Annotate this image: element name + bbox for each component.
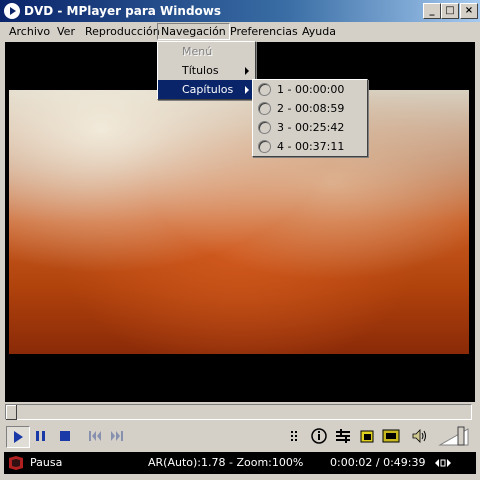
fullscreen-icon bbox=[382, 429, 400, 443]
menu-preferencias[interactable]: Preferencias bbox=[227, 24, 301, 39]
chapters-submenu: 1 - 00:00:00 2 - 00:08:59 3 - 00:25:42 4… bbox=[252, 79, 368, 157]
app-icon bbox=[4, 3, 20, 19]
play-button[interactable] bbox=[6, 426, 30, 448]
maximize-button[interactable]: □ bbox=[441, 3, 459, 19]
window-title: DVD - MPlayer para Windows bbox=[24, 4, 222, 18]
skip-back-button[interactable] bbox=[84, 426, 106, 446]
chapter-item-1[interactable]: 1 - 00:00:00 bbox=[253, 80, 367, 99]
chapter-item-3[interactable]: 3 - 00:25:42 bbox=[253, 118, 367, 137]
title-bar[interactable]: DVD - MPlayer para Windows _ □ × bbox=[0, 0, 480, 22]
menu-archivo[interactable]: Archivo bbox=[6, 24, 53, 39]
screenshot-icon bbox=[360, 430, 374, 443]
status-time: 0:00:02 / 0:49:39 bbox=[330, 456, 426, 469]
menu-item-label: Capítulos bbox=[182, 83, 234, 96]
playlist-icon bbox=[291, 431, 297, 441]
menu-item-label: Títulos bbox=[182, 64, 219, 77]
video-frame bbox=[9, 90, 469, 354]
radio-icon bbox=[258, 121, 271, 134]
status-bar: Pausa AR(Auto):1.78 - Zoom:100% 0:00:02 … bbox=[4, 452, 476, 474]
menu-navegacion[interactable]: Navegación bbox=[157, 23, 230, 40]
skip-back-icon bbox=[89, 431, 101, 441]
speaker-icon bbox=[412, 429, 426, 443]
pause-icon bbox=[36, 431, 45, 441]
menu-item-titulos[interactable]: Títulos bbox=[158, 61, 255, 80]
stop-icon bbox=[60, 431, 70, 441]
minimize-button[interactable]: _ bbox=[423, 3, 441, 19]
submenu-arrow-icon bbox=[245, 67, 249, 75]
skip-forward-button[interactable] bbox=[106, 426, 128, 446]
equalizer-button[interactable] bbox=[332, 426, 354, 446]
radio-icon bbox=[258, 102, 271, 115]
menu-reproduccion[interactable]: Reproducción bbox=[82, 24, 163, 39]
screenshot-button[interactable] bbox=[356, 426, 378, 446]
fullscreen-button[interactable] bbox=[380, 426, 402, 446]
seek-bar[interactable] bbox=[5, 404, 472, 420]
skip-forward-icon bbox=[111, 431, 123, 441]
volume-slider[interactable] bbox=[438, 425, 472, 447]
play-icon bbox=[14, 431, 23, 443]
chapter-label: 3 - 00:25:42 bbox=[277, 121, 345, 134]
playlist-button[interactable] bbox=[284, 426, 306, 446]
chapter-item-4[interactable]: 4 - 00:37:11 bbox=[253, 137, 367, 156]
menu-bar: Archivo Ver Reproducción Navegación Pref… bbox=[0, 22, 480, 41]
stop-button[interactable] bbox=[54, 426, 76, 446]
info-button[interactable] bbox=[308, 426, 330, 446]
equalizer-icon bbox=[336, 429, 350, 443]
radio-icon bbox=[258, 140, 271, 153]
menu-item-capitulos[interactable]: Capítulos bbox=[158, 80, 255, 99]
info-icon bbox=[311, 428, 327, 444]
radio-icon bbox=[258, 83, 271, 96]
seek-thumb[interactable] bbox=[6, 405, 17, 420]
menu-item-label: Menú bbox=[182, 45, 213, 58]
chapter-item-2[interactable]: 2 - 00:08:59 bbox=[253, 99, 367, 118]
navigation-dropdown: Menú Títulos Capítulos bbox=[157, 41, 256, 100]
chapter-label: 2 - 00:08:59 bbox=[277, 102, 345, 115]
mute-button[interactable] bbox=[408, 426, 430, 446]
volume-ramp-icon bbox=[438, 426, 469, 446]
menu-ayuda[interactable]: Ayuda bbox=[299, 24, 339, 39]
pause-button[interactable] bbox=[30, 426, 52, 446]
menu-item-menu[interactable]: Menú bbox=[158, 42, 255, 61]
status-info: AR(Auto):1.78 - Zoom:100% bbox=[148, 456, 304, 469]
menu-ver[interactable]: Ver bbox=[54, 24, 78, 39]
stretch-icon[interactable] bbox=[434, 457, 452, 469]
close-button[interactable]: × bbox=[460, 3, 478, 19]
chapter-label: 4 - 00:37:11 bbox=[277, 140, 345, 153]
status-state: Pausa bbox=[30, 456, 63, 469]
chapter-label: 1 - 00:00:00 bbox=[277, 83, 345, 96]
logo-icon bbox=[9, 456, 23, 470]
submenu-arrow-icon bbox=[245, 86, 249, 94]
